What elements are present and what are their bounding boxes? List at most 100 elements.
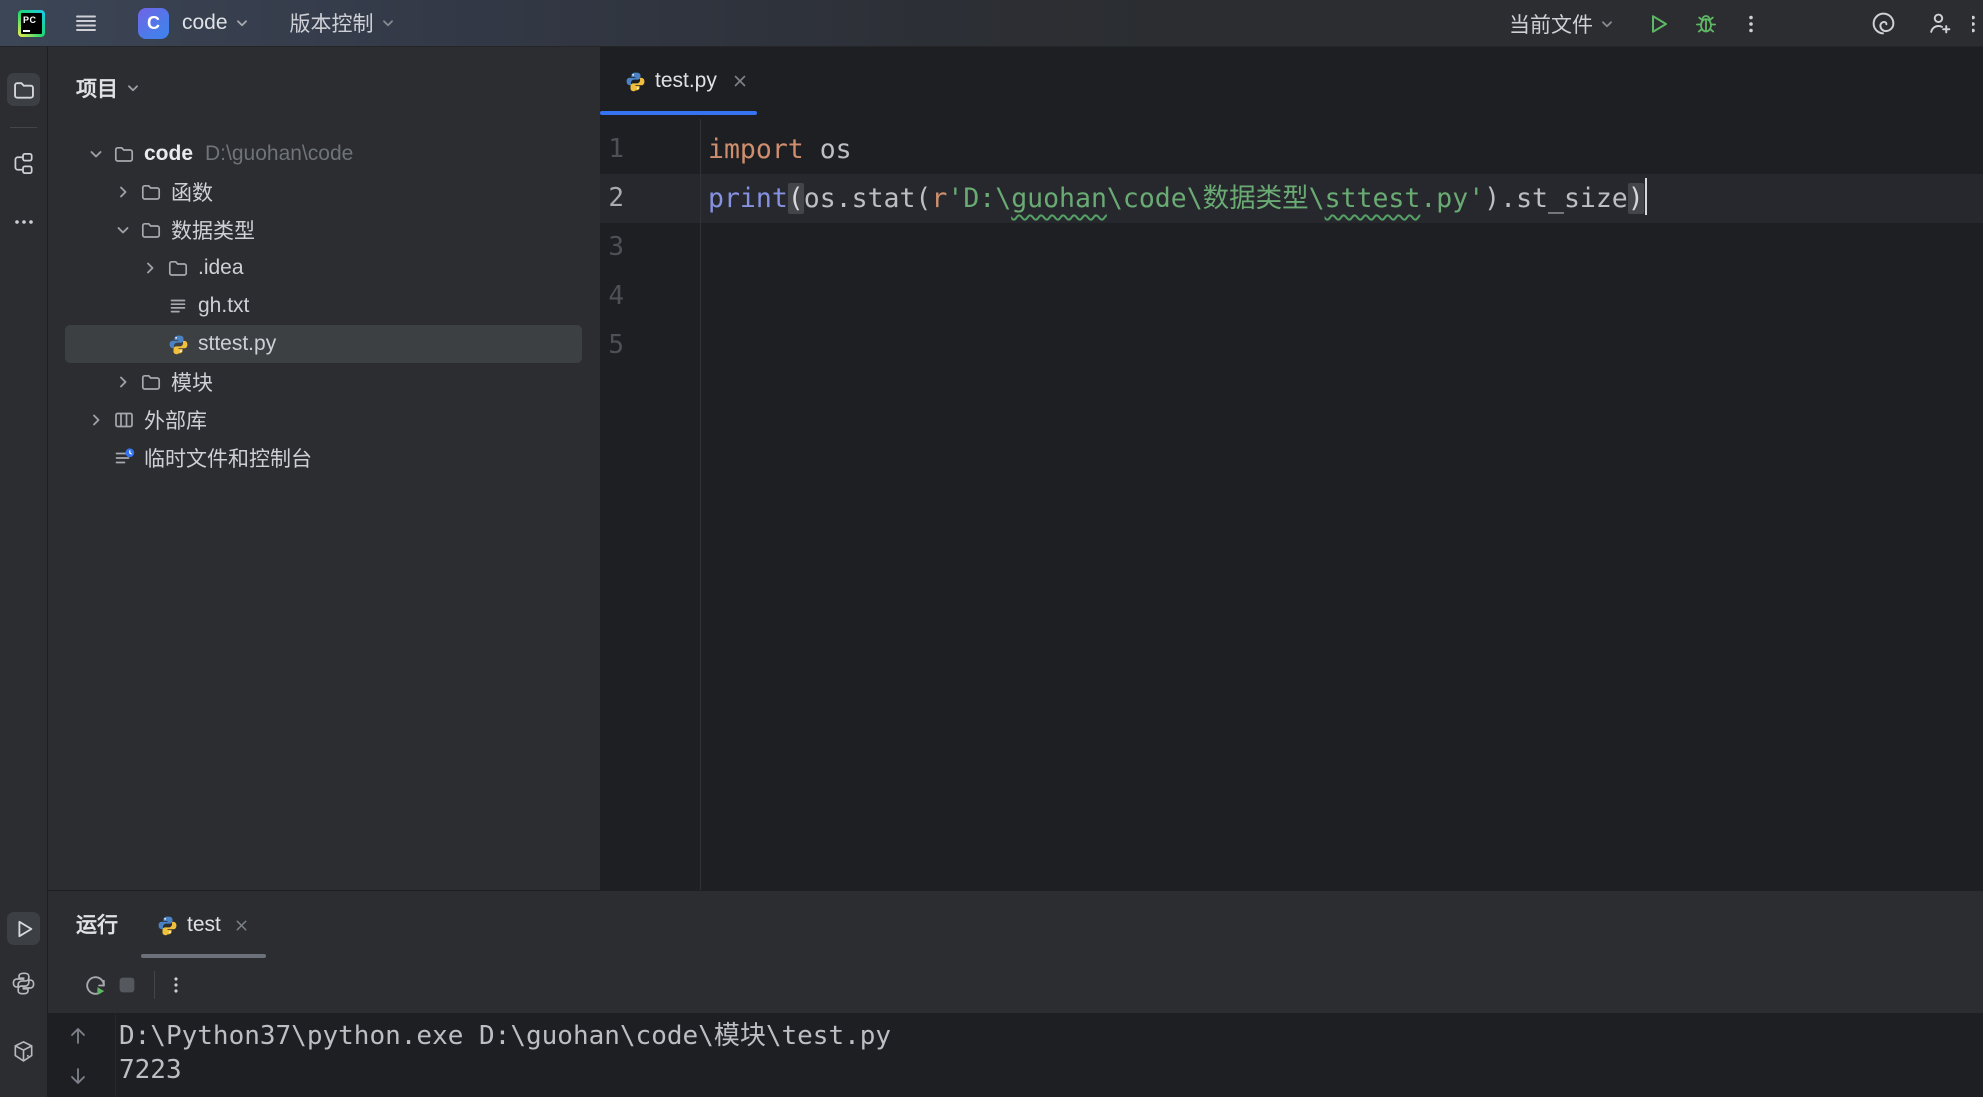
project-name[interactable]: code (182, 11, 228, 35)
code-token: r (931, 183, 947, 214)
tree-item-label: 临时文件和控制台 (144, 443, 312, 473)
gutter-separator (700, 119, 701, 890)
run-panel-header: 运行 test (48, 891, 1983, 959)
tree-item-label: .idea (198, 256, 244, 280)
more-icon (1738, 11, 1764, 37)
project-tool-window-button[interactable] (7, 73, 40, 106)
chevron-spacer (140, 296, 160, 316)
tree-item-code[interactable]: code D:\guohan\code (65, 135, 582, 173)
chevron-spacer (86, 448, 106, 468)
chevron-down-icon[interactable] (113, 220, 133, 240)
structure-tool-window-button[interactable] (7, 147, 40, 180)
tree-item-sttest.py[interactable]: sttest.py (65, 325, 582, 363)
rerun-button[interactable] (80, 970, 110, 1000)
python-file-icon (167, 333, 189, 355)
chevron-down-icon[interactable] (378, 13, 398, 33)
folder-icon (167, 257, 189, 279)
line-number: 4 (600, 272, 624, 321)
pycharm-logo-text: PC (21, 13, 42, 34)
tree-item-函数[interactable]: 函数 (65, 173, 582, 211)
code-with-me-button[interactable] (1923, 7, 1956, 40)
pycharm-window: PC C code 版本控制 当前文件 (0, 0, 1983, 1097)
title-bar: PC C code 版本控制 当前文件 (0, 0, 1983, 47)
chevron-down-icon[interactable] (232, 13, 252, 33)
more-icon (11, 209, 37, 235)
text-file-icon (167, 295, 189, 317)
code-token: sttest (1325, 183, 1421, 214)
line-number: 5 (600, 321, 624, 370)
console-line: 7223 (119, 1053, 891, 1087)
scroll-up-icon (66, 1024, 90, 1048)
run-icon (12, 917, 36, 941)
close-icon[interactable] (732, 73, 748, 89)
console-line: D:\Python37\python.exe D:\guohan\code\模块… (119, 1019, 891, 1053)
run-tab-test[interactable]: test (141, 891, 265, 959)
run-console[interactable]: D:\Python37\python.exe D:\guohan\code\模块… (48, 1013, 1983, 1097)
project-panel-header[interactable]: 项目 (76, 73, 142, 103)
tree-item-label: code (144, 142, 193, 166)
editor[interactable]: test.py 12345 import osprint(os.stat(r'D… (600, 47, 1983, 890)
code-token: os (804, 134, 852, 165)
project-badge[interactable]: C (138, 8, 169, 39)
close-icon[interactable] (234, 918, 249, 933)
main-menu-button[interactable] (69, 7, 102, 40)
chevron-right-icon[interactable] (113, 182, 133, 202)
run-config-selector[interactable]: 当前文件 (1509, 9, 1593, 39)
folder-icon (113, 143, 135, 165)
chevron-right-icon[interactable] (140, 258, 160, 278)
chevron-spacer (140, 334, 160, 354)
code-token: .py' (1420, 183, 1484, 214)
stripe-divider (10, 127, 37, 128)
run-tab-indicator (141, 954, 266, 958)
tree-item-外部库[interactable]: 外部库 (65, 401, 582, 439)
run-tool-window-button[interactable] (7, 912, 40, 945)
code-token: guohan (1011, 183, 1107, 214)
code-token: import (708, 134, 804, 165)
text-caret (1645, 178, 1648, 215)
stop-icon (115, 973, 139, 997)
line-number: 1 (600, 125, 624, 174)
tree-item-.idea[interactable]: .idea (65, 249, 582, 287)
run-panel-title: 运行 (76, 891, 118, 959)
run-icon (1645, 11, 1671, 37)
line-number: 2 (600, 174, 624, 223)
clipped-toolbar-icon[interactable] (1972, 7, 1983, 40)
tree-item-模块[interactable]: 模块 (65, 363, 582, 401)
chevron-right-icon[interactable] (86, 410, 106, 430)
tree-item-path: D:\guohan\code (205, 142, 353, 166)
project-folder-icon (12, 78, 36, 102)
more-tool-windows-button[interactable] (7, 205, 40, 238)
project-panel-title: 项目 (76, 73, 118, 103)
scroll-down-button[interactable] (63, 1061, 93, 1091)
vcs-menu[interactable]: 版本控制 (290, 8, 374, 38)
console-gutter (48, 1013, 116, 1097)
toolbar-divider (154, 971, 155, 999)
run-more-options-button[interactable] (161, 970, 191, 1000)
tree-item-数据类型[interactable]: 数据类型 (65, 211, 582, 249)
chevron-down-icon[interactable] (86, 144, 106, 164)
tree-item-gh.txt[interactable]: gh.txt (65, 287, 582, 325)
ai-assistant-button[interactable] (1867, 7, 1900, 40)
editor-tab-test-py[interactable]: test.py (600, 47, 766, 115)
tree-item-label: 外部库 (144, 405, 207, 435)
hamburger-icon (73, 10, 99, 36)
code-token: os.stat( (804, 183, 932, 214)
scroll-up-button[interactable] (63, 1021, 93, 1051)
run-tool-window: 运行 test (48, 890, 1983, 1097)
debug-button[interactable] (1689, 7, 1722, 40)
tree-item-临时文件和控制台[interactable]: 临时文件和控制台 (65, 439, 582, 477)
ai-assistant-icon (1870, 10, 1897, 37)
scratches-icon (113, 447, 135, 469)
python-packages-button[interactable] (7, 1035, 40, 1068)
chevron-down-icon[interactable] (1597, 14, 1617, 34)
more-actions-button[interactable] (1734, 7, 1767, 40)
tool-window-stripe (0, 47, 48, 1097)
stop-button[interactable] (112, 970, 142, 1000)
python-packages-icon (11, 1039, 36, 1064)
code-token: ( (788, 183, 804, 214)
python-console-button[interactable] (7, 967, 40, 1000)
python-file-icon (625, 71, 646, 92)
tree-item-label: 函数 (171, 177, 213, 207)
chevron-right-icon[interactable] (113, 372, 133, 392)
run-button[interactable] (1641, 7, 1674, 40)
